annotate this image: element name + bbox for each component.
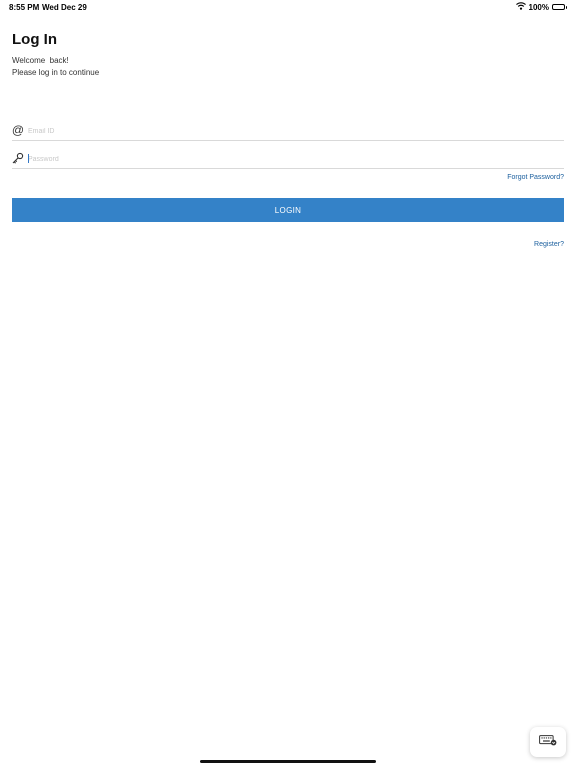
login-screen: 8:55 PM Wed Dec 29 100% Log In Welcome b… [0,0,576,768]
wifi-icon [515,2,526,12]
status-date: Wed Dec 29 [42,3,87,12]
welcome-text: Welcome back! [12,56,69,65]
text-cursor [28,154,29,163]
status-time: 8:55 PM [9,3,40,12]
keyboard-icon [539,733,557,751]
subtitle-text: Please log in to continue [12,68,100,77]
login-button[interactable]: LOGIN [12,198,564,222]
password-input[interactable] [28,152,558,166]
status-bar: 8:55 PM Wed Dec 29 100% [0,0,576,14]
page-title: Log In [12,31,57,48]
password-field[interactable] [12,151,564,169]
battery-percent: 100% [528,2,549,12]
register-link[interactable]: Register? [534,241,564,248]
battery-icon [552,4,567,10]
at-icon: @ [11,123,25,137]
forgot-password-link[interactable]: Forgot Password? [507,174,564,181]
key-icon [12,151,24,165]
email-input[interactable] [28,124,558,138]
email-field[interactable]: @ [12,123,564,141]
status-indicators: 100% [515,2,567,12]
home-indicator [200,760,376,763]
keyboard-toggle-button[interactable] [530,727,566,757]
